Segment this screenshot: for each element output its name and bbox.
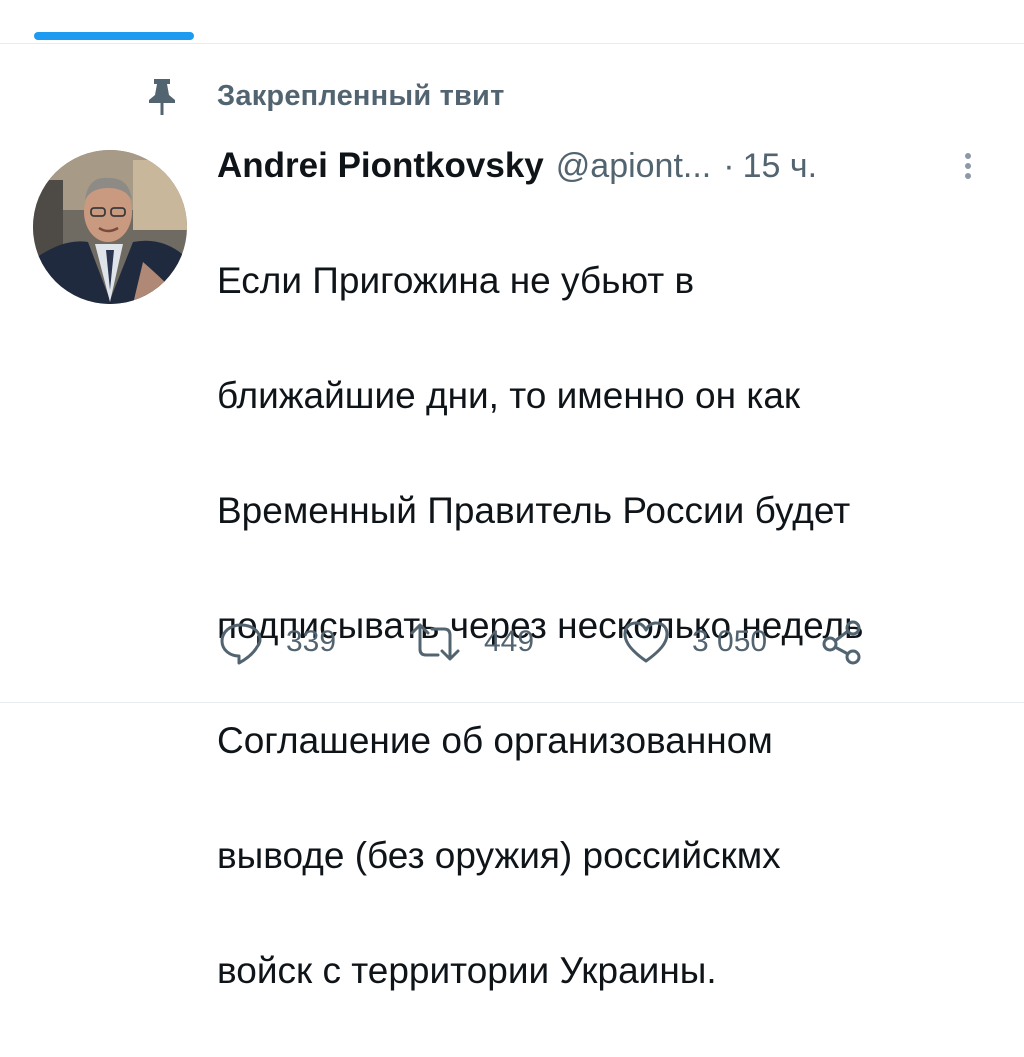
author-handle[interactable]: @apiont...: [556, 147, 712, 186]
retweet-icon: [410, 623, 460, 661]
tweet-text-line: ближайшие дни, то именно он как: [217, 374, 801, 416]
pin-icon: [149, 79, 175, 115]
author-name[interactable]: Andrei Piontkovsky: [217, 146, 544, 186]
tweet-actions: 339 449 3 050: [218, 618, 918, 666]
heart-icon: [623, 621, 669, 663]
tweet-timestamp[interactable]: 15 ч.: [743, 147, 817, 186]
top-divider: [0, 43, 1024, 44]
like-count: 3 050: [692, 625, 768, 658]
share-icon: [822, 620, 861, 665]
reply-count: 339: [286, 625, 337, 658]
like-button[interactable]: 3 050: [622, 618, 767, 666]
pinned-tweet-label: Закрепленный твит: [217, 79, 505, 112]
tweet-text-line: выводе (без оружия) российскмх: [217, 834, 781, 876]
share-button[interactable]: [820, 618, 864, 666]
avatar[interactable]: [33, 150, 187, 304]
tweet-text-line: Соглашение об организованном: [217, 719, 773, 761]
separator-dot: ·: [723, 146, 735, 185]
reply-button[interactable]: 339: [218, 618, 336, 666]
retweet-count: 449: [484, 625, 535, 658]
more-options-icon[interactable]: [958, 146, 978, 186]
reply-icon: [220, 623, 262, 665]
retweet-button[interactable]: 449: [408, 618, 534, 666]
tweet-text-line: Если Пригожина не убьют в: [217, 259, 695, 301]
tweet-text-line: Временный Правитель России будет: [217, 489, 851, 531]
tweet-text-line: войск с территории Украины.: [217, 949, 717, 991]
bottom-divider: [0, 702, 1024, 703]
pinned-tweet-header: Закрепленный твит: [145, 76, 504, 116]
tweet-header: Andrei Piontkovsky @apiont... · 15 ч.: [217, 140, 987, 192]
active-tab-indicator: [34, 32, 194, 40]
